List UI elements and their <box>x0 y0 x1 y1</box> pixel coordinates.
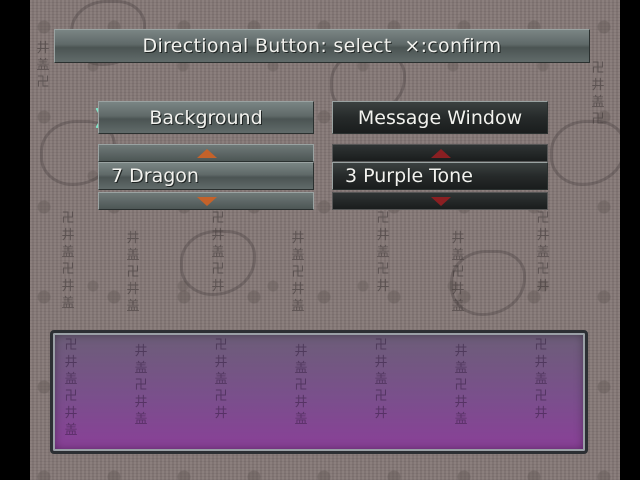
message-window-scroll-down[interactable] <box>332 192 548 210</box>
glyph-column: 卍井盖卍井 <box>376 211 390 294</box>
background-scroll-up[interactable] <box>98 144 314 162</box>
triangle-up-icon <box>197 149 217 158</box>
glyph-column: 卍井盖卍井盖 <box>61 211 75 311</box>
game-screen: 卍井盖卍井盖 井盖卍井盖 卍井盖卍井 井盖卍井盖 卍井盖卍井 井盖卍井盖 卍井盖… <box>30 0 620 480</box>
triangle-down-icon <box>197 197 217 206</box>
glyph-column: 井盖卍井盖 <box>134 344 148 427</box>
glyph-column: 卍井盖卍井 <box>211 211 225 294</box>
background-scroll-down[interactable] <box>98 192 314 210</box>
glyph-column: 卍井盖卍井 <box>536 211 550 294</box>
glyph-column: 卍井盖卍井 <box>214 338 228 421</box>
message-window-scroll-up[interactable] <box>332 144 548 162</box>
background-value-display[interactable]: 7 Dragon <box>98 162 314 190</box>
glyph-column: 井盖卍井盖 <box>291 231 305 314</box>
dragon-motif <box>550 120 620 186</box>
glyph-column: 井盖卍 <box>36 41 50 90</box>
message-window-value-text: 3 Purple Tone <box>345 165 473 187</box>
background-label-text: Background <box>149 106 263 129</box>
message-window-option-label[interactable]: Message Window <box>332 101 548 134</box>
message-window-preview: 卍井盖卍井盖 井盖卍井盖 卍井盖卍井 井盖卍井盖 卍井盖卍井 井盖卍井盖 卍井盖… <box>50 330 588 454</box>
glyph-column: 井盖卍井盖 <box>454 344 468 427</box>
glyph-column: 井盖卍井盖 <box>451 231 465 314</box>
instruction-text: Directional Button: select ×:confirm <box>142 35 502 57</box>
triangle-down-icon <box>431 197 451 206</box>
glyph-column: 卍井盖卍井 <box>374 338 388 421</box>
glyph-column: 井盖卍井盖 <box>294 344 308 427</box>
instruction-bar: Directional Button: select ×:confirm <box>54 29 590 63</box>
background-option-label[interactable]: Background <box>98 101 314 134</box>
glyph-column: 井盖卍井盖 <box>126 231 140 314</box>
message-window-value-display[interactable]: 3 Purple Tone <box>332 162 548 190</box>
glyph-column: 卍井盖卍井盖 <box>64 338 78 438</box>
message-window-label-text: Message Window <box>357 106 523 129</box>
background-value-text: 7 Dragon <box>111 165 199 187</box>
glyph-column: 卍井盖卍 <box>591 61 605 127</box>
triangle-up-icon <box>431 149 451 158</box>
glyph-column: 卍井盖卍井 <box>534 338 548 421</box>
